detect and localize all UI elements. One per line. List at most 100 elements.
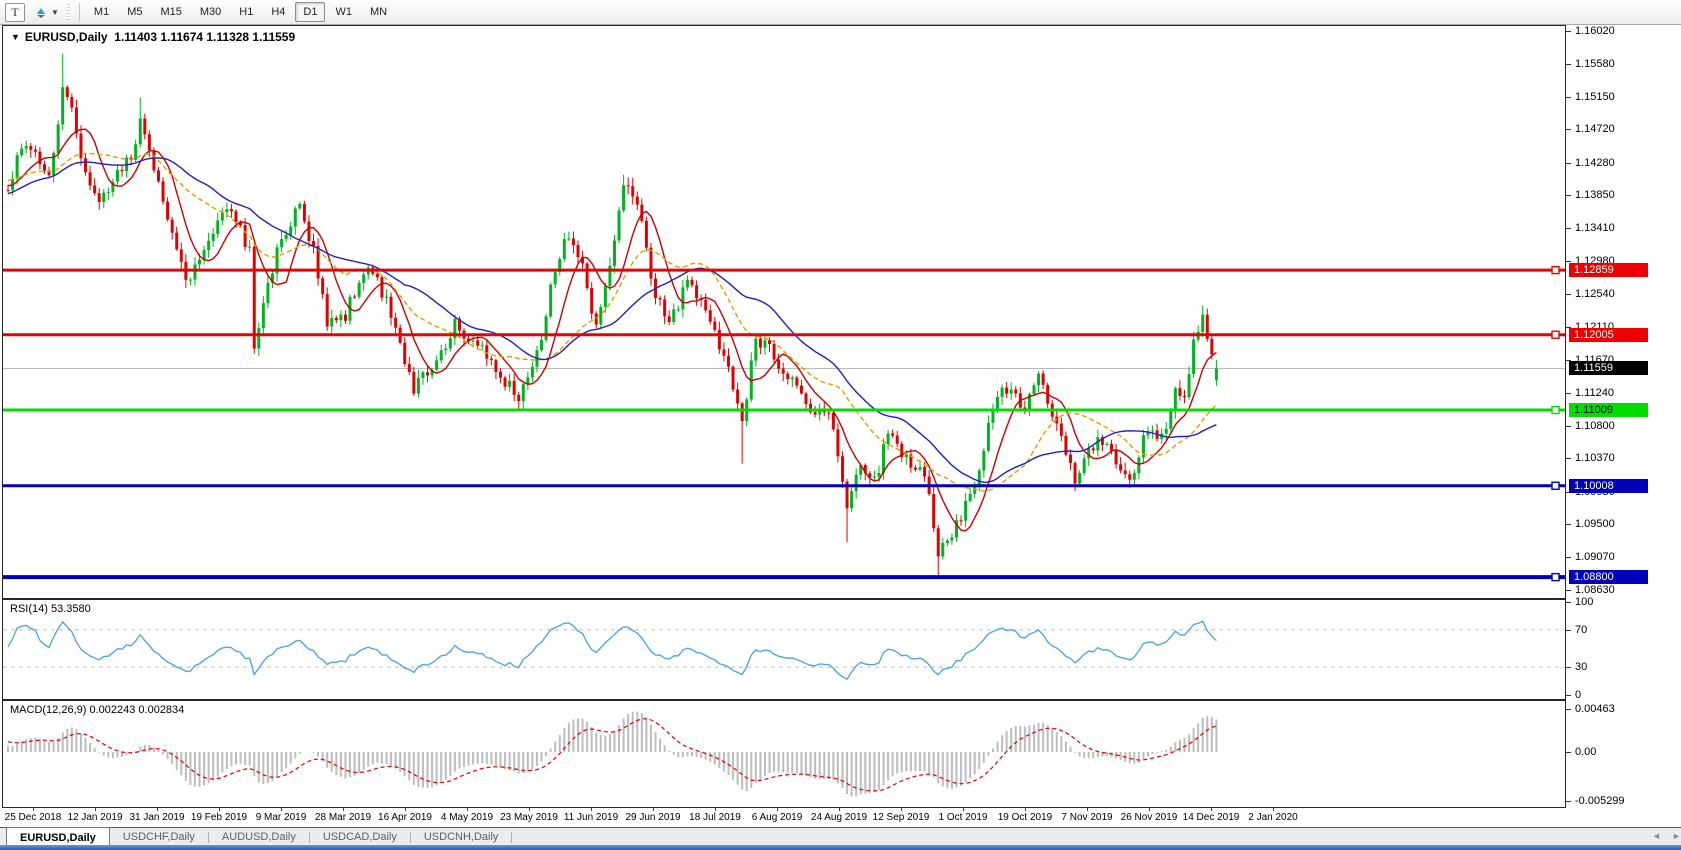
axis-tick [1566,458,1571,460]
candle-body [24,146,28,149]
axis-tick [1566,31,1571,32]
axis-tick [1566,524,1571,526]
timeframe-w1-button[interactable]: W1 [327,2,360,22]
candle-body [243,225,247,248]
axis-tick [1566,590,1571,591]
price-axis[interactable]: 1.16020 1.15580 1.15150 1.14720 1.14280 1.138… [1566,25,1681,808]
candle-body [854,474,858,492]
date-tick [1087,808,1088,811]
candle-body [1032,385,1036,394]
date-tick [777,808,778,811]
tab-scroll-left-icon[interactable]: ◄ [1652,831,1661,841]
candle-body [562,239,566,260]
candle-body [895,435,899,444]
timeframe-h1-button[interactable]: H1 [231,2,261,22]
candle-body [289,226,293,235]
line-handle[interactable] [1551,265,1560,275]
price-tick-label: 1.13850 [1575,189,1615,202]
candle-body [1096,437,1100,451]
price-tick-label: 1.11240 [1575,386,1614,399]
main-chart-panel[interactable]: ▼ EURUSD,Daily 1.11403 1.11674 1.11328 1.… [2,25,1566,599]
rsi-tick-label: 30 [1575,661,1588,674]
candle-body [663,299,667,317]
candle-body [65,87,69,97]
rsi-plot[interactable] [3,600,1565,699]
timeframe-m30-button[interactable]: M30 [192,2,229,22]
timeframe-m15-button[interactable]: M15 [152,2,189,22]
date-tick [1025,808,1026,811]
candlestick-plot[interactable] [3,26,1565,598]
candle-body [1187,374,1191,398]
candle-body [307,221,311,241]
line-handle[interactable] [1551,330,1560,339]
candle-body [831,412,835,430]
tab-audusd-daily[interactable]: AUDUSD,Daily [209,828,309,846]
candle-body [88,172,92,186]
macd-panel[interactable]: MACD(12,26,9) 0.002243 0.002834 [2,700,1566,808]
date-axis[interactable]: 25 Dec 2018 12 Jan 2019 31 Jan 2019 19 Feb … [0,808,1681,827]
candle-body [644,220,648,248]
date-tick [529,808,530,811]
axis-tick [1566,629,1571,631]
candle-body [56,124,60,153]
macd-signal-line [7,718,1217,792]
axis-tick [1566,392,1571,394]
line-handle[interactable] [1551,481,1560,490]
candle-body [950,537,954,541]
candle-body [229,209,233,212]
macd-plot[interactable] [3,701,1565,807]
candle-body [1110,443,1114,451]
candle-body [156,170,160,182]
rsi-panel[interactable]: RSI(14) 53.3580 [2,599,1566,700]
candle-body [936,528,940,557]
macd-tick-label: 0.00463 [1575,702,1615,715]
date-tick [343,808,344,811]
line-handle[interactable] [1551,405,1560,415]
rsi-tick-label: 100 [1575,596,1594,608]
candle-body [375,273,379,278]
rsi-label: RSI(14) 53.3580 [10,603,91,615]
tab-usdcad-daily[interactable]: USDCAD,Daily [310,828,410,846]
candle-body [786,373,790,380]
dropdown-caret-icon[interactable]: ▼ [51,8,59,17]
level-price-label: 1.08800 [1569,570,1648,585]
level-price-label: 1.12859 [1569,263,1648,278]
candle-body [777,359,781,369]
text-tool-button[interactable]: T [5,2,25,22]
candle-body [412,372,416,394]
tab-usdchf-daily[interactable]: USDCHF,Daily [110,828,208,846]
candle-body [717,329,721,350]
candle-body [362,274,366,283]
candle-body [1123,470,1127,475]
toolbar-grip [66,4,70,20]
candle-body [704,299,708,311]
timeframe-m5-button[interactable]: M5 [119,2,150,22]
date-tick [839,808,840,811]
candle-body [1151,430,1155,432]
candle-body [266,282,270,304]
candle-body [42,164,46,171]
timeframe-d1-button[interactable]: D1 [295,2,326,22]
tab-scroll-right-icon[interactable]: ► [1672,831,1681,841]
candle-body [1082,458,1086,473]
candle-body [918,467,922,470]
timeframe-mn-button[interactable]: MN [362,2,395,22]
chart-dropdown-icon[interactable]: ▼ [11,32,20,42]
candle-body [494,360,498,372]
candle-body [781,368,785,374]
candle-body [284,234,288,240]
timeframe-h4-button[interactable]: H4 [263,2,293,22]
candle-body [945,540,949,543]
tab-usdcnh-daily[interactable]: USDCNH,Daily [411,828,512,846]
candle-body [540,339,544,351]
line-handle[interactable] [1551,572,1560,582]
date-tick [467,808,468,811]
tab-eurusd-daily[interactable]: EURUSD,Daily [6,827,110,846]
candle-body [1073,462,1077,484]
candle-body [549,284,553,317]
timeframe-m1-button[interactable]: M1 [86,2,117,22]
arrange-style-icon[interactable] [32,4,50,21]
axis-tick [1566,695,1571,696]
candle-body [257,328,261,349]
candle-body [471,340,475,342]
